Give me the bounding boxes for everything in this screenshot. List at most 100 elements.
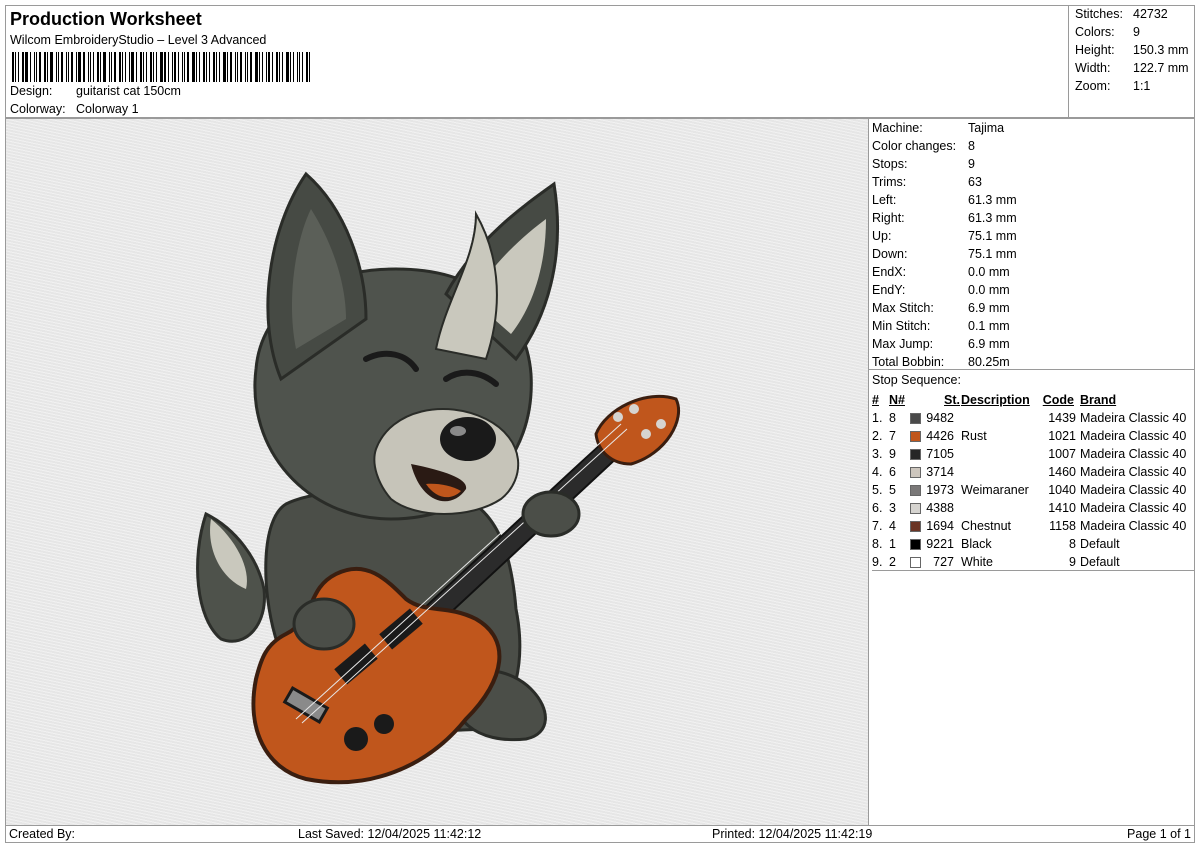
colorway-row: Colorway: Colorway 1 xyxy=(10,102,139,116)
stat-height: Height: 150.3 mm xyxy=(1075,43,1189,57)
colorway-value: Colorway 1 xyxy=(76,102,139,116)
stop-sequence-panel: Stop Sequence: # N# St. Description Code… xyxy=(868,369,1195,826)
barcode-bar xyxy=(149,52,152,82)
row-code: 1410 xyxy=(1048,501,1076,515)
barcode-bar xyxy=(130,52,134,82)
barcode-bar xyxy=(110,52,112,82)
info-label: Trims: xyxy=(872,175,907,189)
row-stitches: 1973 xyxy=(926,483,954,497)
row-stitches: 4388 xyxy=(926,501,954,515)
software-name: Wilcom EmbroideryStudio – Level 3 Advanc… xyxy=(10,33,267,47)
row-code: 1040 xyxy=(1048,483,1076,497)
info-value: 0.0 mm xyxy=(968,265,1010,279)
barcode-bar xyxy=(208,52,210,82)
col-needle-header: N# xyxy=(889,393,905,407)
barcode-bar xyxy=(226,52,228,82)
row-code: 1007 xyxy=(1048,447,1076,461)
colorway-label: Colorway: xyxy=(10,102,66,116)
barcode-bar xyxy=(155,52,157,82)
design-value: guitarist cat 150cm xyxy=(76,84,181,98)
row-brand: Madeira Classic 40 xyxy=(1080,411,1187,425)
barcode-bar xyxy=(163,52,166,82)
barcode-bar xyxy=(218,52,220,82)
barcode-bar xyxy=(99,52,101,82)
barcode-bar xyxy=(152,52,154,82)
stat-label: Stitches: xyxy=(1075,7,1123,21)
color-swatch xyxy=(910,539,921,550)
row-needle: 9 xyxy=(889,447,896,461)
color-swatch xyxy=(910,467,921,478)
barcode-bar xyxy=(159,52,163,82)
info-label: Min Stitch: xyxy=(872,319,931,333)
row-description: Weimaraner xyxy=(961,483,1029,497)
barcode-bar xyxy=(173,52,176,82)
info-value: 80.25m xyxy=(968,355,1010,369)
table-row: 7. 4 1694 Chestnut 1158 Madeira Classic 40 xyxy=(872,517,1194,535)
stat-value: 122.7 mm xyxy=(1133,61,1189,75)
color-swatch xyxy=(910,449,921,460)
barcode-bar xyxy=(186,52,189,82)
barcode-bar xyxy=(108,52,110,82)
barcode-bar xyxy=(67,52,69,82)
row-code: 8 xyxy=(1069,537,1076,551)
stop-sequence-table: # N# St. Description Code Brand 1. 8 9482 1… xyxy=(872,391,1194,571)
info-row: Total Bobbin: 80.25m xyxy=(872,355,1010,369)
stat-label: Colors: xyxy=(1075,25,1115,39)
info-label: Right: xyxy=(872,211,905,225)
row-needle: 4 xyxy=(889,519,896,533)
stat-label: Height: xyxy=(1075,43,1115,57)
barcode-bar xyxy=(278,52,280,82)
stat-value: 42732 xyxy=(1133,7,1168,21)
barcode-bar xyxy=(205,52,207,82)
barcode-bar xyxy=(21,52,24,82)
barcode-bar xyxy=(297,52,299,82)
row-description: Rust xyxy=(961,429,987,443)
info-value: Tajima xyxy=(968,121,1005,135)
barcode-bar xyxy=(33,52,35,82)
stat-value: 150.3 mm xyxy=(1133,43,1189,57)
info-row: Right: 61.3 mm xyxy=(872,211,1017,225)
col-description-header: Description xyxy=(961,393,1030,407)
color-swatch xyxy=(910,413,921,424)
design-label: Design: xyxy=(10,84,53,98)
row-needle: 3 xyxy=(889,501,896,515)
barcode-bar xyxy=(171,52,173,82)
barcode-bar xyxy=(254,52,258,82)
row-code: 1021 xyxy=(1048,429,1076,443)
row-description: White xyxy=(961,555,993,569)
row-needle: 1 xyxy=(889,537,896,551)
info-value: 9 xyxy=(968,157,975,171)
barcode-bar xyxy=(82,52,85,82)
barcode-bar xyxy=(14,52,16,82)
table-row: 9. 2 727 White 9 Default xyxy=(872,553,1194,571)
barcode-bar xyxy=(124,52,126,82)
row-brand: Default xyxy=(1080,555,1120,569)
barcode-bar xyxy=(139,52,142,82)
info-value: 0.1 mm xyxy=(968,319,1010,333)
barcode-bar xyxy=(145,52,147,82)
barcode-bar xyxy=(142,52,144,82)
row-index: 2. xyxy=(872,429,883,443)
col-stitches-header: St. xyxy=(944,393,960,407)
row-stitches: 4426 xyxy=(926,429,954,443)
table-body: 1. 8 9482 1439 Madeira Classic 40 2. 7 4426 Rust… xyxy=(872,409,1194,571)
barcode-bar xyxy=(113,52,116,82)
row-stitches: 727 xyxy=(933,555,954,569)
row-description: Chestnut xyxy=(961,519,1012,533)
row-brand: Madeira Classic 40 xyxy=(1080,465,1187,479)
row-needle: 2 xyxy=(889,555,896,569)
row-stitches: 9482 xyxy=(926,411,954,425)
color-swatch xyxy=(910,431,921,442)
stat-label: Zoom: xyxy=(1075,79,1111,93)
color-swatch xyxy=(910,485,921,496)
barcode-bar xyxy=(121,52,123,82)
barcode-bar xyxy=(198,52,200,82)
stat-stitches: Stitches: 42732 xyxy=(1075,7,1168,21)
info-value: 8 xyxy=(968,139,975,153)
info-value: 0.0 mm xyxy=(968,283,1010,297)
col-code-header: Code xyxy=(1042,393,1074,407)
info-label: Stops: xyxy=(872,157,908,171)
barcode-bar xyxy=(181,52,183,82)
info-value: 63 xyxy=(968,175,982,189)
row-index: 9. xyxy=(872,555,883,569)
